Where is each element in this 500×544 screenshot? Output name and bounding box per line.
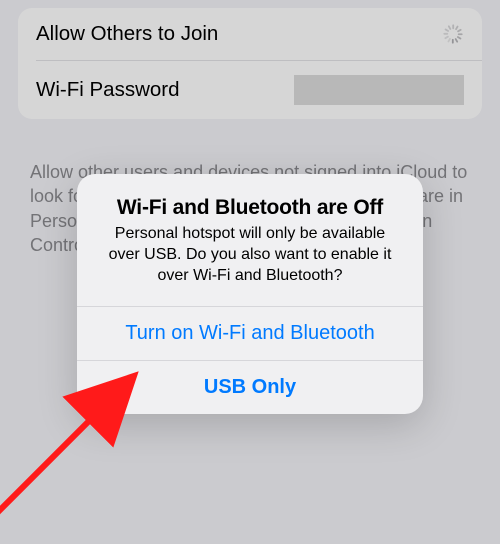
alert-header: Wi-Fi and Bluetooth are Off Personal hot… [77, 174, 423, 306]
alert-message: Personal hotspot will only be available … [99, 224, 401, 286]
alert-dialog: Wi-Fi and Bluetooth are Off Personal hot… [77, 174, 423, 414]
turn-on-wifi-bluetooth-button[interactable]: Turn on Wi-Fi and Bluetooth [77, 306, 423, 360]
alert-title: Wi-Fi and Bluetooth are Off [99, 196, 401, 220]
usb-only-button[interactable]: USB Only [77, 360, 423, 414]
